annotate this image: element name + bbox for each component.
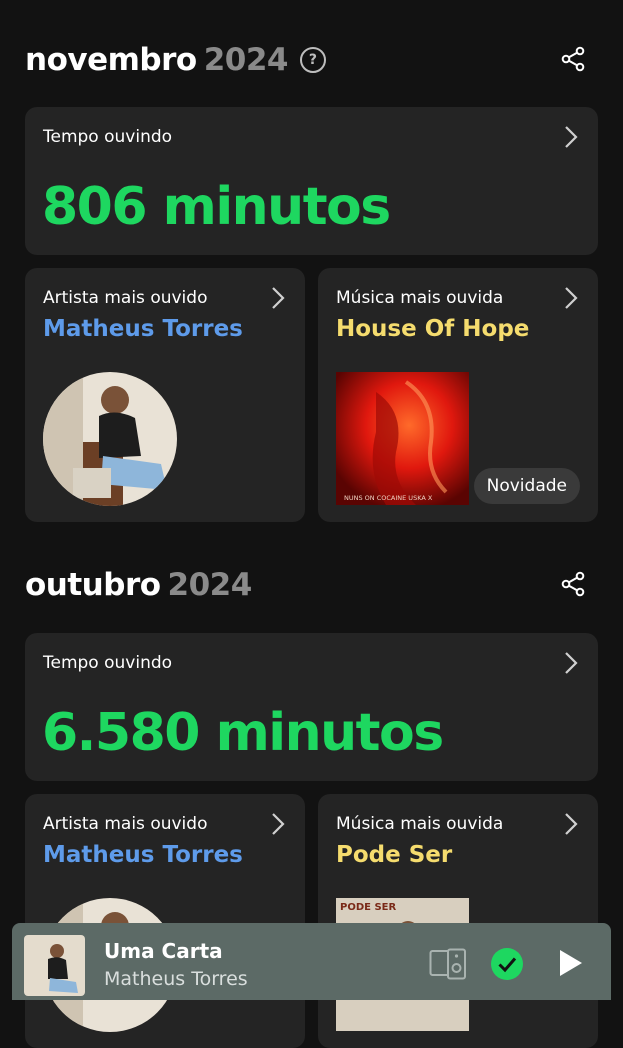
now-playing-bar[interactable]: Uma Carta Matheus Torres	[12, 923, 611, 1000]
now-playing-artist: Matheus Torres	[104, 968, 248, 990]
svg-text:PODE SER: PODE SER	[340, 902, 396, 913]
top-artist-name: Matheus Torres	[43, 316, 243, 342]
svg-text:NUNS ON COCAINE USKA X: NUNS ON COCAINE USKA X	[344, 494, 433, 502]
listening-minutes: 806 minutos	[42, 177, 391, 237]
devices-icon[interactable]	[429, 948, 467, 980]
month-name: outubro	[25, 567, 161, 603]
listening-time-card[interactable]: Tempo ouvindo 806 minutos	[25, 107, 598, 255]
chevron-right-icon	[565, 652, 578, 674]
chevron-right-icon	[565, 287, 578, 309]
top-song-title: Pode Ser	[336, 842, 453, 868]
new-badge: Novidade	[473, 468, 580, 504]
month-header-october: outubro 2024	[25, 565, 598, 605]
top-artist-label: Artista mais ouvido	[43, 814, 208, 834]
top-artist-name: Matheus Torres	[43, 842, 243, 868]
chevron-right-icon	[565, 813, 578, 835]
chevron-right-icon	[272, 287, 285, 309]
chevron-right-icon	[565, 126, 578, 148]
listening-time-label: Tempo ouvindo	[43, 127, 173, 147]
month-year: 2024	[167, 567, 253, 603]
top-artist-card[interactable]: Artista mais ouvido Matheus Torres	[25, 794, 305, 1048]
top-song-card[interactable]: Música mais ouvida House Of Hope NUNS ON…	[318, 268, 598, 522]
share-icon[interactable]	[560, 46, 586, 72]
top-song-card[interactable]: Música mais ouvida Pode Ser PODE SER	[318, 794, 598, 1048]
question-circle-icon[interactable]: ?	[299, 47, 326, 73]
artist-avatar	[43, 372, 177, 506]
chevron-right-icon	[272, 813, 285, 835]
saved-check-icon[interactable]	[490, 947, 524, 981]
top-song-label: Música mais ouvida	[336, 288, 504, 308]
song-cover-art: NUNS ON COCAINE USKA X	[336, 372, 469, 505]
top-artist-card[interactable]: Artista mais ouvido Matheus Torres	[25, 268, 305, 522]
top-artist-label: Artista mais ouvido	[43, 288, 208, 308]
month-year: 2024	[203, 42, 289, 78]
now-playing-cover	[24, 935, 85, 996]
listening-time-card[interactable]: Tempo ouvindo 6.580 minutos	[25, 633, 598, 781]
month-header-november: novembro 2024 ?	[25, 40, 598, 80]
month-name: novembro	[25, 42, 197, 78]
now-playing-title: Uma Carta	[104, 939, 223, 963]
listening-minutes: 6.580 minutos	[42, 703, 444, 763]
top-song-title: House Of Hope	[336, 316, 530, 342]
listening-time-label: Tempo ouvindo	[43, 653, 173, 673]
play-icon[interactable]	[554, 947, 586, 979]
share-icon[interactable]	[560, 571, 586, 597]
top-song-label: Música mais ouvida	[336, 814, 504, 834]
